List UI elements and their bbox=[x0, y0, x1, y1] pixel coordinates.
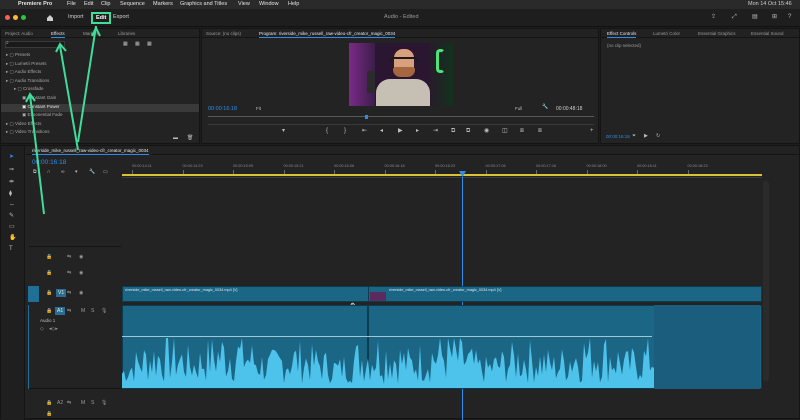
annotation-overlay bbox=[25, 25, 101, 215]
